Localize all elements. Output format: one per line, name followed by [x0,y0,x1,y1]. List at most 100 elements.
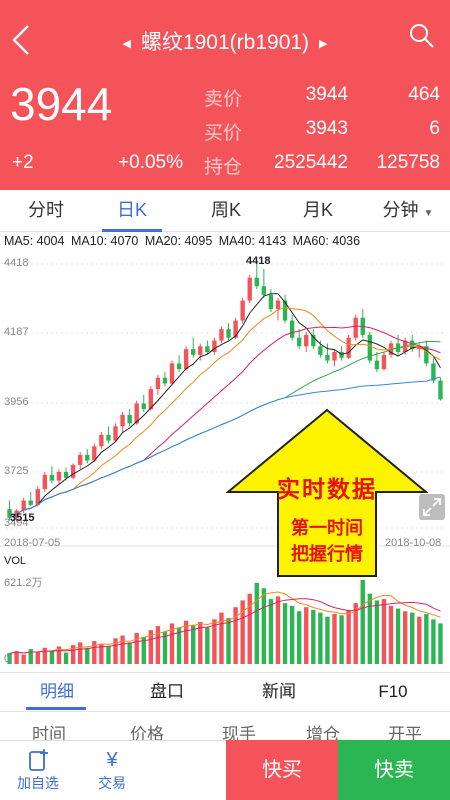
tab-f10[interactable]: F10 [348,673,438,711]
candle-body [240,300,245,321]
candle-body [268,294,274,310]
volume-bar [410,612,415,664]
search-icon[interactable] [408,22,436,50]
tab-minute-label: 分钟 [382,200,419,220]
volume-bar [42,647,48,664]
bid-price: 3943 [305,118,348,139]
add-watchlist-button[interactable]: 加自选 [2,741,74,800]
tab-news[interactable]: 新闻 [234,673,324,711]
column-volume: 现手 [222,725,256,740]
period-tabs: 分时 日K 周K 月K 分钟 ▼ [0,190,450,232]
volume-bar [120,635,125,664]
callout-line-1: 第一时间 [291,518,363,538]
tab-intraday[interactable]: 分时 [8,190,84,232]
volume-bar [395,608,401,664]
column-price: 价格 [130,725,164,740]
candle-body [169,363,175,384]
candle-body [63,472,69,478]
volume-bar [183,620,189,664]
column-open-close: 开平 [388,725,422,740]
tab-monthly-k[interactable]: 月K [280,190,356,232]
volume-bar [28,649,33,664]
quote-header: ◀ 螺纹1901(rb1901) ▶ 3944 +2 +0.05% 卖价 3944 … [0,0,450,190]
active-tab-indicator [102,229,162,232]
quick-buy-button[interactable]: 快买 [226,740,338,800]
candle-body [254,277,259,287]
candle-body [183,349,189,370]
low-marker: 3515 [10,512,35,524]
candle-body [99,434,104,447]
volume-bar [325,616,330,664]
open-interest: 2525442 [274,152,348,173]
ma20-label: MA20: 4095 [144,234,213,248]
volume-bar [35,651,40,664]
candle-body [353,317,358,338]
quote-label: 持仓 [204,157,243,178]
candle-body [438,380,443,400]
volume-bar [21,654,26,664]
volume-bar [254,582,259,664]
add-watchlist-icon [29,749,48,771]
volume-bar [85,647,90,664]
change-absolute: +2 [12,152,34,173]
candle-body [198,346,203,355]
y-axis-label: 4418 [4,257,29,269]
tab-order-book[interactable]: 盘口 [122,673,212,711]
candle-body [289,320,295,338]
candle-body [318,346,323,355]
candle-body [374,360,380,370]
volume-label: VOL [4,555,27,567]
volume-bar [304,607,309,664]
volume-bar [424,613,429,664]
next-arrow-icon[interactable]: ▶ [309,38,337,50]
candle-body [49,474,55,481]
yen-icon: ¥ [106,749,118,771]
prev-arrow-icon[interactable]: ◀ [112,38,140,50]
candle-body [141,403,146,410]
volume-bar [191,624,196,664]
candle-body [162,377,168,384]
volume-bar [374,600,380,664]
candle-body [325,354,330,361]
candle-body [304,334,309,347]
volume-bar [381,599,387,664]
instrument-title[interactable]: ◀ 螺纹1901(rb1901) ▶ [0,26,450,56]
volume-bar [318,612,323,664]
column-time: 时间 [32,725,66,740]
volume-max: 621.2万 [4,577,43,589]
volume-bar [127,642,132,664]
volume-bar [134,632,139,664]
tab-minute[interactable]: 分钟 ▼ [370,190,446,232]
volume-bar [92,641,97,664]
tab-detail[interactable]: 明细 [12,673,102,711]
realtime-callout: 实时数据 第一时间 把握行情 [225,408,429,578]
tab-weekly-k[interactable]: 周K [188,190,264,232]
candle-body [275,300,281,310]
candle-body [56,472,62,481]
quote-label: 买价 [204,123,243,144]
candle-body [296,337,302,347]
volume-bar [438,623,443,664]
volume-bar [106,646,111,664]
candle-body [113,426,118,441]
ma40-label: MA40: 4143 [218,234,287,248]
tab-daily-k[interactable]: 日K [94,190,170,232]
candle-body [219,329,224,341]
date-start: 2018-07-05 [4,537,61,549]
volume-bar [155,626,161,664]
candle-body [127,414,132,424]
fullscreen-icon[interactable] [419,494,445,520]
candle-body [282,300,288,321]
volume-bar [339,615,344,664]
ask-volume: 464 [408,84,440,105]
candle-body [381,354,387,370]
volume-bar [275,596,281,664]
quote-row-ask: 卖价 3944 464 [204,84,440,112]
candle-body [85,454,90,461]
quick-sell-button[interactable]: 快卖 [338,740,450,800]
y-axis-label: 3725 [4,465,29,477]
detail-tab-indicator [26,707,86,710]
candle-body [77,454,83,465]
volume-bar [296,611,302,664]
trade-button[interactable]: ¥ 交易 [76,741,148,800]
